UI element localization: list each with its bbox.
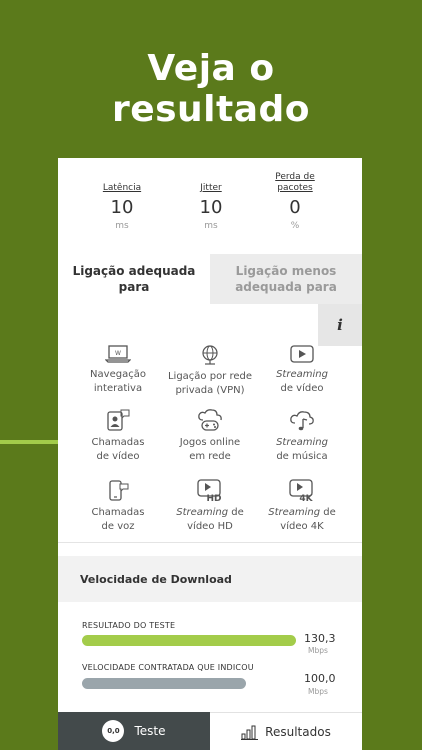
svg-text:4K: 4K bbox=[299, 494, 313, 502]
nav-test-label: Teste bbox=[134, 724, 166, 738]
metric-packet-loss-label[interactable]: Perda de pacotes bbox=[245, 170, 345, 194]
service-music-streaming: Streaming de música bbox=[252, 408, 352, 464]
service-vpn-l2: privada (VPN) bbox=[175, 385, 245, 396]
service-4k-streaming-l1b: de bbox=[320, 507, 336, 518]
service-video-calls-l2: de vídeo bbox=[96, 451, 140, 462]
tab-suitable[interactable]: Ligação adequada para bbox=[58, 254, 210, 304]
svg-text:W: W bbox=[115, 350, 121, 357]
download-speed-title: Velocidade de Download bbox=[58, 556, 362, 602]
service-vpn-l1: Ligação por rede bbox=[167, 371, 253, 382]
video-call-icon bbox=[107, 409, 130, 431]
metric-packet-loss-unit: % bbox=[290, 221, 300, 231]
service-vpn: Ligação por rede privada (VPN) bbox=[160, 344, 260, 398]
headline-line-1: Veja o bbox=[147, 48, 275, 89]
headline: Veja o resultado bbox=[0, 48, 422, 130]
tab-less-suitable[interactable]: Ligação menos adequada para bbox=[210, 254, 362, 304]
service-video-streaming-l1: Streaming bbox=[276, 369, 328, 380]
cloud-gamepad-icon bbox=[198, 409, 222, 431]
service-4k-streaming-l2: vídeo 4K bbox=[280, 521, 324, 532]
test-result-label: RESULTADO DO TESTE bbox=[82, 621, 176, 630]
service-online-gaming-l2: em rede bbox=[189, 451, 231, 462]
contracted-speed-unit: Mbps bbox=[308, 687, 328, 696]
laptop-web-icon: W bbox=[105, 345, 131, 363]
nav-results-button[interactable]: Resultados bbox=[210, 712, 362, 750]
contracted-speed-value: 100,0 bbox=[304, 672, 336, 685]
speed-badge: 0,0 bbox=[102, 720, 125, 742]
contracted-speed-label: VELOCIDADE CONTRATADA QUE INDICOU bbox=[82, 663, 254, 672]
metric-latency-unit: ms bbox=[115, 221, 129, 231]
cloud-music-icon bbox=[290, 411, 314, 431]
metric-latency-value: 10 bbox=[110, 197, 134, 218]
download-speed-section: RESULTADO DO TESTE 130,3 Mbps VELOCIDADE… bbox=[58, 602, 362, 712]
service-music-streaming-l1: Streaming bbox=[276, 437, 328, 448]
video-play-icon bbox=[290, 345, 314, 363]
headline-line-2: resultado bbox=[111, 89, 311, 130]
phone-chat-icon bbox=[109, 480, 129, 501]
service-hd-streaming-l1b: de bbox=[228, 507, 244, 518]
service-online-gaming: Jogos online em rede bbox=[160, 408, 260, 464]
svg-text:HD: HD bbox=[206, 494, 221, 502]
service-hd-streaming-l2: vídeo HD bbox=[187, 521, 233, 532]
connector-line bbox=[0, 440, 60, 444]
info-button[interactable]: i bbox=[318, 304, 362, 346]
service-video-calls-l1: Chamadas bbox=[91, 437, 145, 448]
nav-results-label: Resultados bbox=[265, 724, 331, 739]
service-4k-streaming: 4K Streaming de vídeo 4K bbox=[252, 478, 352, 534]
suitability-tabs: Ligação adequada para Ligação menos adeq… bbox=[58, 254, 362, 304]
service-online-gaming-l1: Jogos online bbox=[179, 437, 241, 448]
divider bbox=[58, 542, 362, 543]
service-browsing-l1: Navegação bbox=[90, 369, 146, 380]
metric-packet-loss-value: 0 bbox=[289, 197, 301, 218]
metric-latency-label[interactable]: Latência bbox=[72, 170, 172, 194]
metric-packet-loss: Perda de pacotes 0 % bbox=[245, 170, 345, 231]
service-4k-streaming-l1a: Streaming bbox=[268, 507, 321, 518]
service-voice-calls-l2: de voz bbox=[101, 521, 135, 532]
test-result-value: 130,3 bbox=[304, 632, 336, 645]
metric-latency: Latência 10 ms bbox=[72, 170, 172, 231]
service-voice-calls-l1: Chamadas bbox=[91, 507, 145, 518]
test-result-bar bbox=[82, 635, 296, 646]
bottom-nav: 0,0 Teste Resultados bbox=[58, 712, 362, 750]
service-browsing: W Navegação interativa bbox=[68, 344, 168, 396]
results-card: Latência 10 ms Jitter 10 ms Perda de pac… bbox=[58, 158, 362, 750]
service-music-streaming-l2: de música bbox=[276, 451, 328, 462]
contracted-speed-bar bbox=[82, 678, 246, 689]
video-4k-icon: 4K bbox=[289, 479, 314, 502]
video-hd-icon: HD bbox=[197, 479, 222, 502]
service-video-streaming-l2: de vídeo bbox=[280, 383, 324, 394]
bar-chart-icon bbox=[241, 725, 259, 740]
service-video-calls: Chamadas de vídeo bbox=[68, 408, 168, 464]
service-hd-streaming: HD Streaming de vídeo HD bbox=[160, 478, 260, 534]
metrics-row: Latência 10 ms Jitter 10 ms Perda de pac… bbox=[58, 170, 362, 250]
service-voice-calls: Chamadas de voz bbox=[68, 478, 168, 534]
test-result-unit: Mbps bbox=[308, 646, 328, 655]
service-video-streaming: Streaming de vídeo bbox=[252, 344, 352, 396]
nav-test-button[interactable]: 0,0 Teste bbox=[58, 712, 210, 750]
service-browsing-l2: interativa bbox=[93, 383, 143, 394]
globe-network-icon bbox=[202, 345, 218, 365]
service-hd-streaming-l1a: Streaming bbox=[176, 507, 229, 518]
